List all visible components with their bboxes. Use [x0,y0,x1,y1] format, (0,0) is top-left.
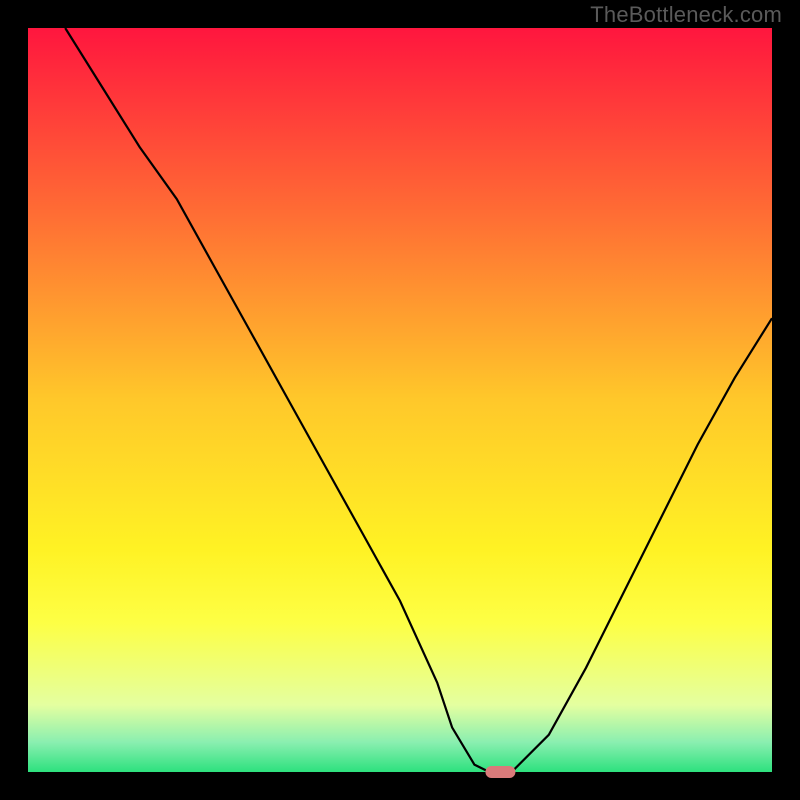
watermark-text: TheBottleneck.com [590,2,782,28]
chart-container: TheBottleneck.com [0,0,800,800]
gradient-background [28,28,772,772]
bottleneck-chart [0,0,800,800]
optimum-marker [485,766,515,778]
